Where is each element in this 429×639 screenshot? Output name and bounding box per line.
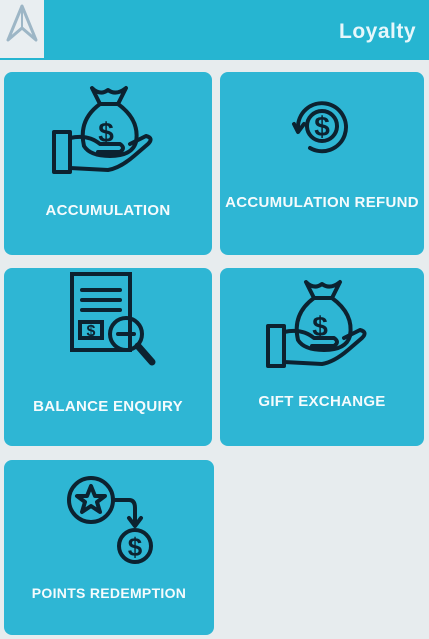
document-search-icon: $	[4, 270, 212, 370]
tile-label: GIFT EXCHANGE	[258, 393, 386, 410]
menu-grid: $ ACCUMULATION $ ACCUMULATION REFUND $ B…	[0, 60, 429, 639]
tile-label: ACCUMULATION	[45, 202, 171, 219]
tile-label: ACCUMULATION REFUND	[225, 194, 419, 211]
tile-label: BALANCE ENQUIRY	[33, 398, 183, 415]
svg-text:$: $	[314, 111, 330, 142]
accumulation-tile[interactable]: $ ACCUMULATION	[4, 72, 212, 255]
app-logo[interactable]	[0, 0, 44, 58]
svg-text:$: $	[128, 532, 143, 562]
top-bar: Loyalty	[0, 0, 429, 60]
page-title: Loyalty	[339, 20, 417, 43]
svg-text:$: $	[87, 323, 96, 340]
dollar-refund-icon: $	[220, 88, 424, 188]
gift-exchange-tile[interactable]: $ GIFT EXCHANGE	[220, 268, 424, 446]
accumulation-refund-tile[interactable]: $ ACCUMULATION REFUND	[220, 72, 424, 255]
tile-label: POINTS REDEMPTION	[31, 585, 187, 601]
money-bag-hand-icon: $	[220, 274, 424, 374]
money-bag-hand-icon: $	[4, 80, 212, 180]
star-to-dollar-icon: $	[4, 470, 214, 570]
balance-enquiry-tile[interactable]: $ BALANCE ENQUIRY	[4, 268, 212, 446]
points-redemption-tile[interactable]: $ POINTS REDEMPTION	[4, 460, 214, 635]
